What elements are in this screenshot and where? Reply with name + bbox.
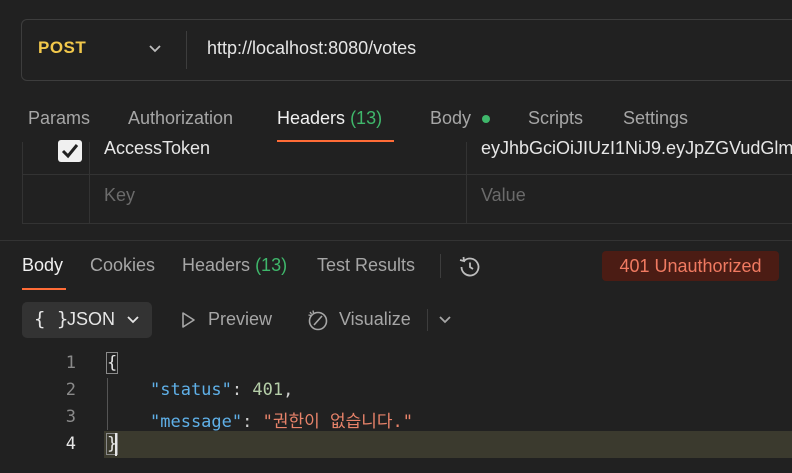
- tab-body[interactable]: Body: [430, 108, 471, 129]
- divider: [427, 309, 428, 331]
- chevron-down-icon[interactable]: [436, 311, 454, 329]
- line-number: 2: [65, 380, 76, 400]
- visualize-button[interactable]: Visualize: [339, 309, 411, 330]
- response-tab-headers[interactable]: Headers (13): [182, 255, 287, 276]
- history-icon[interactable]: [457, 254, 483, 280]
- code-line-status[interactable]: "status": 401,: [150, 380, 293, 400]
- visualize-icon[interactable]: [306, 308, 330, 332]
- check-icon: [61, 144, 79, 159]
- tab-params[interactable]: Params: [28, 108, 90, 129]
- table-border: [89, 142, 90, 224]
- json-braces-icon: { }: [34, 308, 69, 330]
- body-status-dot: [482, 115, 490, 123]
- new-header-key-input[interactable]: Key: [104, 185, 135, 206]
- open-brace: {: [105, 352, 119, 374]
- table-border: [22, 142, 23, 224]
- json-key: "message": [150, 412, 243, 432]
- format-label: JSON: [67, 309, 116, 329]
- chevron-down-icon: [127, 316, 139, 324]
- indent-guide: [107, 378, 108, 430]
- json-key: "status": [150, 380, 232, 400]
- preview-button[interactable]: Preview: [208, 309, 272, 330]
- json-string: "권한이 없습니다.": [262, 412, 414, 432]
- code-line-message[interactable]: "message": "권한이 없습니다.": [150, 407, 413, 432]
- line-number: 3: [65, 407, 76, 427]
- url-input[interactable]: http://localhost:8080/votes: [207, 38, 416, 59]
- response-tab-cookies[interactable]: Cookies: [90, 255, 155, 276]
- response-tab-headers-count: (13): [255, 255, 288, 275]
- tab-headers[interactable]: Headers (13): [277, 108, 382, 129]
- header-enabled-checkbox[interactable]: [58, 140, 82, 162]
- pane-separator[interactable]: [0, 240, 792, 241]
- text-cursor: [115, 433, 117, 456]
- chevron-down-icon[interactable]: [146, 40, 164, 58]
- response-tab-headers-label: Headers: [182, 255, 251, 275]
- new-header-value-input[interactable]: Value: [481, 185, 526, 206]
- divider: [186, 31, 187, 69]
- line-number: 4: [65, 434, 76, 454]
- table-border: [466, 142, 467, 224]
- tab-headers-count: (13): [350, 108, 383, 128]
- current-line-highlight: [104, 431, 792, 458]
- response-tab-test-results[interactable]: Test Results: [317, 255, 415, 276]
- tab-scripts[interactable]: Scripts: [528, 108, 583, 129]
- tab-headers-label: Headers: [277, 108, 346, 128]
- line-number: 1: [65, 353, 76, 373]
- divider: [440, 254, 441, 278]
- header-key-cell[interactable]: AccessToken: [104, 138, 210, 159]
- tab-settings[interactable]: Settings: [623, 108, 688, 129]
- status-badge[interactable]: 401 Unauthorized: [602, 251, 779, 281]
- method-select[interactable]: POST: [38, 38, 86, 58]
- table-border: [22, 174, 792, 175]
- tab-authorization[interactable]: Authorization: [128, 108, 233, 129]
- play-icon[interactable]: [178, 310, 198, 330]
- active-tab-indicator: [22, 288, 66, 290]
- json-number: 401: [252, 380, 284, 400]
- header-value-cell[interactable]: eyJhbGciOiJIUzI1NiJ9.eyJpZGVudGlm: [481, 138, 792, 159]
- response-tab-body[interactable]: Body: [22, 255, 63, 276]
